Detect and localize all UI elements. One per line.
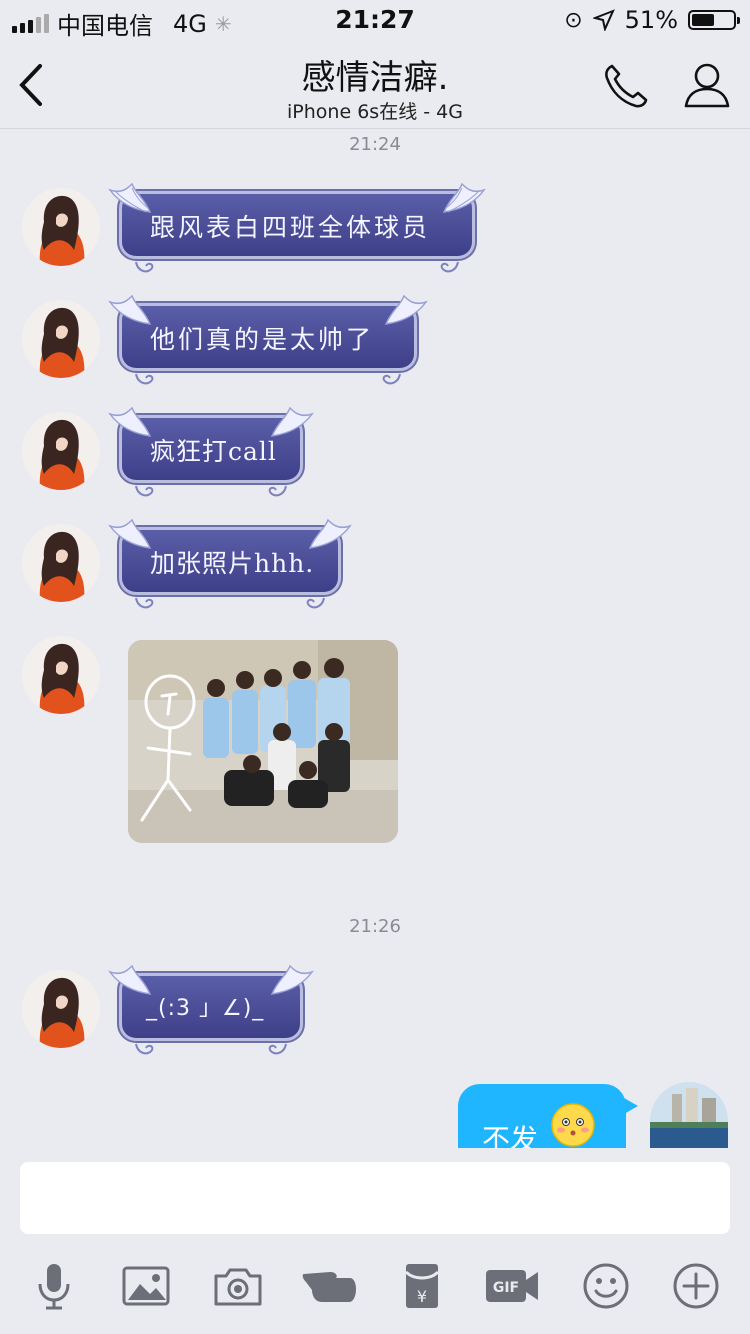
contact-avatar[interactable] bbox=[22, 636, 100, 714]
emoji-icon[interactable] bbox=[580, 1260, 632, 1312]
contact-avatar[interactable] bbox=[22, 412, 100, 490]
bubble-wing-decoration bbox=[442, 182, 486, 213]
contact-avatar[interactable] bbox=[22, 524, 100, 602]
battery-percent: 51% bbox=[624, 6, 678, 34]
rotation-lock-icon: ⊙ bbox=[564, 7, 583, 33]
bubble-wing-decoration bbox=[308, 518, 352, 549]
bubble-wing-decoration bbox=[108, 182, 152, 213]
plus-icon[interactable] bbox=[670, 1260, 722, 1312]
bubble-curl-decoration bbox=[135, 1043, 154, 1055]
bubble-wing-decoration bbox=[108, 518, 152, 549]
profile-icon[interactable] bbox=[682, 60, 732, 110]
bubble-curl-decoration bbox=[268, 485, 287, 497]
message-bubble[interactable]: 他们真的是太帅了 bbox=[108, 294, 428, 385]
timestamp: 21:24 bbox=[349, 134, 401, 155]
contact-avatar[interactable] bbox=[22, 970, 100, 1048]
message-text: _(:3 」∠)_ bbox=[146, 996, 265, 1021]
message-text: 他们真的是太帅了 bbox=[150, 325, 375, 354]
blush-emoji-icon bbox=[551, 1103, 595, 1147]
bubble-wing-decoration bbox=[270, 964, 314, 995]
svg-text:GIF: GIF bbox=[493, 1280, 519, 1296]
microphone-icon[interactable] bbox=[28, 1260, 80, 1312]
chat-header: 感情洁癖. iPhone 6s在线 - 4G bbox=[0, 40, 750, 129]
message-bubble[interactable]: _(:3 」∠)_ bbox=[108, 964, 314, 1055]
image-icon[interactable] bbox=[120, 1260, 172, 1312]
red-packet-icon[interactable]: ¥ bbox=[396, 1260, 448, 1312]
status-bar: 中国电信 4G ✳ 21:27 ⊙ 51% bbox=[0, 0, 750, 40]
photo-message[interactable] bbox=[128, 640, 398, 843]
message-text: 加张照片hhh. bbox=[150, 549, 315, 578]
bubble-wing-decoration bbox=[108, 406, 152, 437]
camera-icon[interactable] bbox=[212, 1260, 264, 1312]
bubble-curl-decoration bbox=[382, 373, 401, 385]
message-text: 跟风表白四班全体球员 bbox=[150, 213, 431, 242]
message-bubble[interactable]: 疯狂打call bbox=[108, 406, 314, 497]
bubble-curl-decoration bbox=[440, 261, 459, 273]
timestamp: 21:26 bbox=[349, 916, 401, 937]
svg-text:¥: ¥ bbox=[417, 1287, 427, 1306]
phone-call-icon[interactable] bbox=[600, 60, 652, 112]
bubble-curl-decoration bbox=[135, 597, 154, 609]
message-bubble[interactable]: 加张照片hhh. bbox=[108, 518, 352, 609]
input-bar bbox=[0, 1148, 750, 1334]
bubble-curl-decoration bbox=[135, 485, 154, 497]
outgoing-message-bubble[interactable]: 不发 bbox=[458, 1084, 638, 1156]
message-input[interactable] bbox=[20, 1162, 730, 1234]
contact-avatar[interactable] bbox=[22, 300, 100, 378]
bubble-curl-decoration bbox=[135, 261, 154, 273]
bubble-wing-decoration bbox=[384, 294, 428, 325]
contact-avatar[interactable] bbox=[22, 188, 100, 266]
bubble-curl-decoration bbox=[306, 597, 325, 609]
gif-icon[interactable]: GIF bbox=[484, 1260, 540, 1312]
my-avatar[interactable] bbox=[650, 1082, 728, 1154]
bubble-wing-decoration bbox=[108, 294, 152, 325]
location-icon bbox=[592, 9, 615, 31]
message-bubble[interactable]: 跟风表白四班全体球员 bbox=[108, 182, 486, 273]
bubble-curl-decoration bbox=[135, 373, 154, 385]
bubble-curl-decoration bbox=[268, 1043, 287, 1055]
message-text: 疯狂打call bbox=[150, 437, 277, 466]
poke-icon[interactable] bbox=[302, 1260, 358, 1312]
battery-icon bbox=[688, 10, 740, 30]
